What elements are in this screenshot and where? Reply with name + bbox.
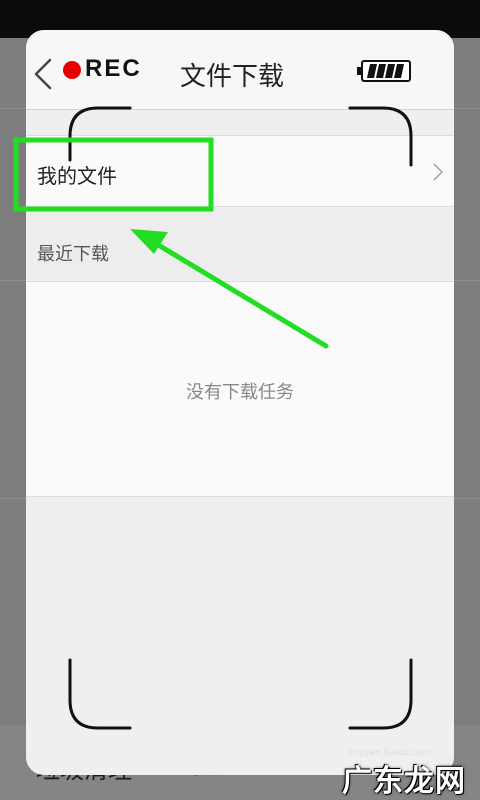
my-files-label: 我的文件 bbox=[37, 164, 117, 188]
empty-message: 没有下载任务 bbox=[186, 382, 294, 403]
watermark: 广东龙网 bbox=[342, 764, 466, 799]
chevron-right-icon bbox=[433, 163, 444, 181]
my-files-row[interactable]: 我的文件 bbox=[26, 135, 454, 207]
download-dialog: REC 文件下载 我的文件 最近下载 没有下载任务 bbox=[26, 30, 454, 775]
recording-dot-icon bbox=[63, 61, 81, 79]
rec-label: REC bbox=[85, 55, 142, 82]
dialog-header: REC 文件下载 bbox=[26, 30, 454, 110]
page-title: 文件下载 bbox=[180, 62, 285, 92]
battery-icon bbox=[357, 60, 411, 82]
back-arrow-icon[interactable] bbox=[30, 54, 56, 94]
recent-downloads-label: 最近下载 bbox=[37, 244, 109, 265]
recent-downloads-section: 最近下载 bbox=[26, 208, 454, 280]
download-list-empty: 没有下载任务 bbox=[26, 281, 454, 497]
